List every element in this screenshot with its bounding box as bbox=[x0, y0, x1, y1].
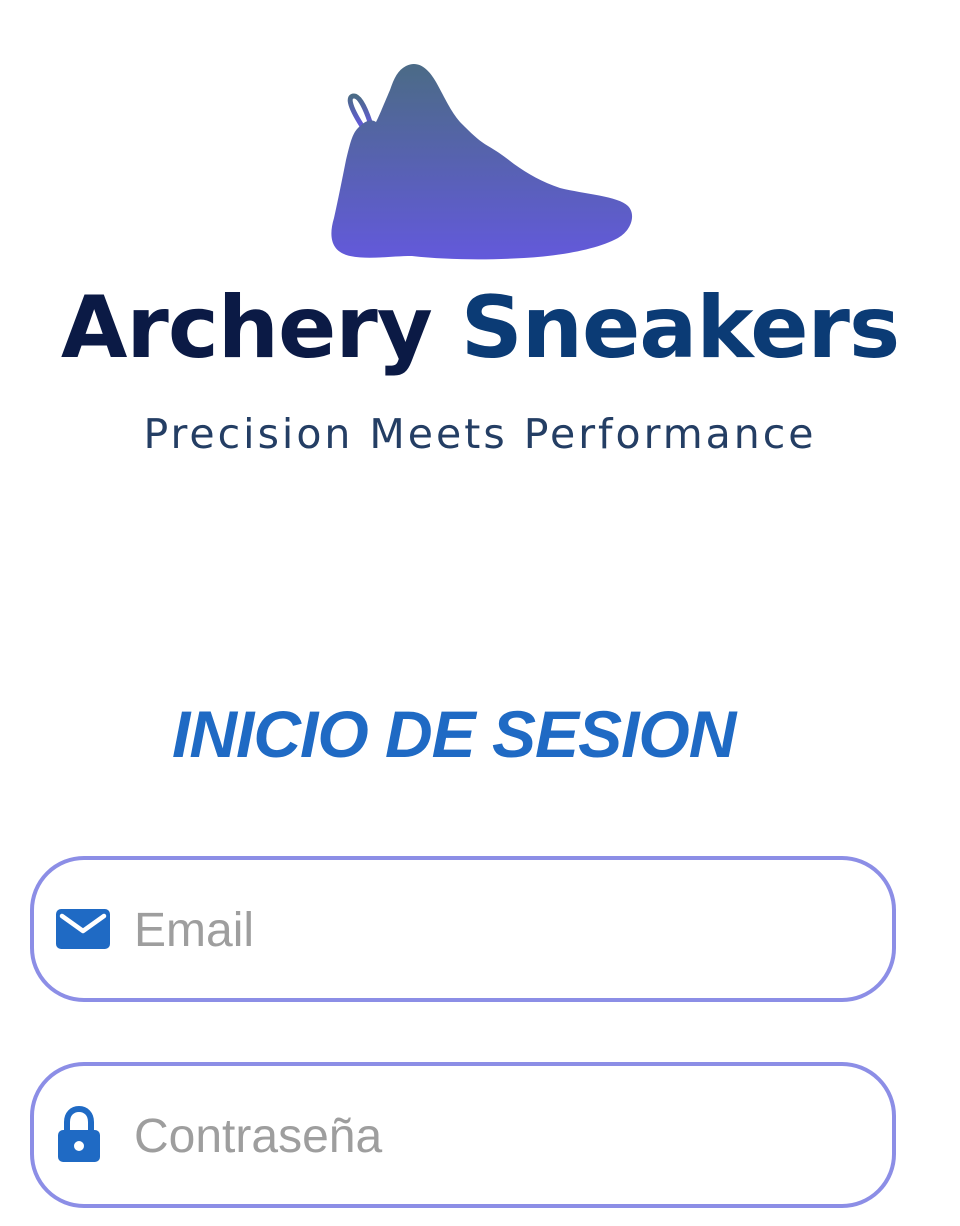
brand-name: Archery Sneakers bbox=[0, 278, 960, 378]
password-field[interactable] bbox=[30, 1062, 896, 1208]
brand-logo: Archery Sneakers Precision Meets Perform… bbox=[0, 0, 960, 470]
login-screen: Archery Sneakers Precision Meets Perform… bbox=[0, 0, 960, 1226]
email-input[interactable] bbox=[134, 880, 854, 980]
brand-name-part2: Sneakers bbox=[460, 278, 900, 378]
brand-tagline: Precision Meets Performance bbox=[143, 410, 817, 458]
password-input[interactable] bbox=[134, 1086, 854, 1186]
mail-icon bbox=[56, 909, 110, 949]
login-title: INICIO DE SESION bbox=[172, 697, 736, 771]
email-field[interactable] bbox=[30, 856, 896, 1002]
lock-icon bbox=[58, 1106, 100, 1162]
brand-name-part1: Archery bbox=[60, 278, 433, 378]
sneaker-icon bbox=[331, 63, 633, 260]
